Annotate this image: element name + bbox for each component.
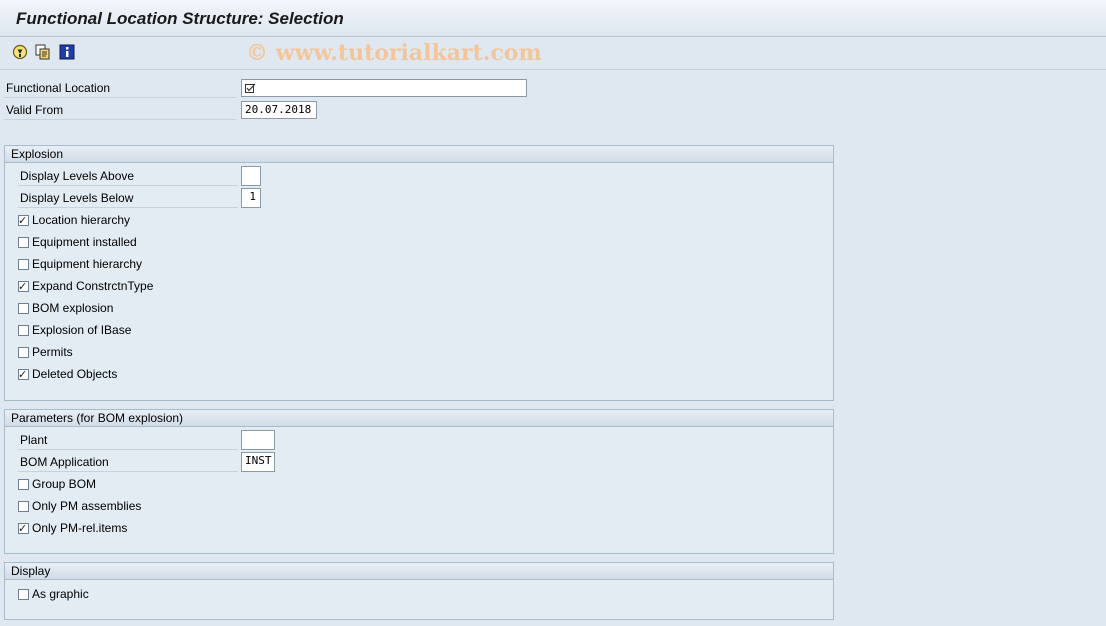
- permits-checkbox[interactable]: [18, 347, 29, 358]
- equipment-hierarchy-checkbox[interactable]: [18, 259, 29, 270]
- as-graphic-checkbox-row[interactable]: As graphic: [18, 585, 89, 603]
- bom-application-field[interactable]: INST: [241, 452, 275, 472]
- watermark: © www.tutorialkart.com: [246, 40, 542, 66]
- check-mark-icon: ✓: [18, 368, 28, 381]
- equipment-installed-label: Equipment installed: [32, 235, 137, 249]
- expand-construction-type-label: Expand ConstrctnType: [32, 279, 154, 293]
- location-hierarchy-checkbox[interactable]: ✓: [18, 214, 29, 227]
- explosion-group-title: Explosion: [5, 146, 833, 163]
- info-icon[interactable]: [58, 43, 76, 61]
- location-hierarchy-label: Location hierarchy: [32, 213, 131, 227]
- explosion-of-ibase-checkbox-row[interactable]: Explosion of IBase: [18, 321, 131, 339]
- functional-location-label: Functional Location: [4, 79, 236, 98]
- equipment-hierarchy-checkbox-row[interactable]: Equipment hierarchy: [18, 255, 142, 273]
- only-pm-assemblies-label: Only PM assemblies: [32, 499, 142, 513]
- functional-location-field[interactable]: [241, 79, 527, 97]
- application-toolbar: © www.tutorialkart.com: [0, 37, 1106, 70]
- parameters-group-title: Parameters (for BOM explosion): [5, 410, 833, 427]
- copy-icon[interactable]: [34, 43, 52, 61]
- permits-checkbox-row[interactable]: Permits: [18, 343, 73, 361]
- deleted-objects-checkbox-row[interactable]: ✓ Deleted Objects: [18, 365, 117, 383]
- only-pm-assemblies-checkbox[interactable]: [18, 501, 29, 512]
- group-bom-checkbox-row[interactable]: Group BOM: [18, 475, 96, 493]
- group-bom-label: Group BOM: [32, 477, 97, 491]
- bom-explosion-checkbox[interactable]: [18, 303, 29, 314]
- expand-construction-type-checkbox-row[interactable]: ✓ Expand ConstrctnType: [18, 277, 153, 295]
- check-mark-icon: ✓: [18, 280, 28, 293]
- required-entry-icon: [245, 83, 256, 93]
- equipment-installed-checkbox-row[interactable]: Equipment installed: [18, 233, 137, 251]
- valid-from-label: Valid From: [4, 101, 236, 120]
- plant-field[interactable]: [241, 430, 275, 450]
- page-title: Functional Location Structure: Selection: [16, 9, 344, 28]
- explosion-of-ibase-label: Explosion of IBase: [32, 323, 132, 337]
- display-group: Display: [4, 562, 834, 620]
- display-levels-above-label: Display Levels Above: [18, 167, 238, 186]
- bom-application-label: BOM Application: [18, 453, 238, 472]
- execute-icon[interactable]: [11, 43, 29, 61]
- deleted-objects-checkbox[interactable]: ✓: [18, 368, 29, 381]
- bom-explosion-label: BOM explosion: [32, 301, 114, 315]
- title-bar: Functional Location Structure: Selection: [0, 0, 1106, 37]
- as-graphic-label: As graphic: [32, 587, 89, 601]
- only-pm-rel-items-checkbox[interactable]: ✓: [18, 522, 29, 535]
- only-pm-rel-items-checkbox-row[interactable]: ✓ Only PM-rel.items: [18, 519, 127, 537]
- equipment-hierarchy-label: Equipment hierarchy: [32, 257, 143, 271]
- display-group-title: Display: [5, 563, 833, 580]
- check-mark-icon: ✓: [18, 214, 28, 227]
- explosion-of-ibase-checkbox[interactable]: [18, 325, 29, 336]
- bom-explosion-checkbox-row[interactable]: BOM explosion: [18, 299, 113, 317]
- display-levels-below-field[interactable]: 1: [241, 188, 261, 208]
- only-pm-assemblies-checkbox-row[interactable]: Only PM assemblies: [18, 497, 141, 515]
- check-mark-icon: ✓: [18, 522, 28, 535]
- permits-label: Permits: [32, 345, 73, 359]
- expand-construction-type-checkbox[interactable]: ✓: [18, 280, 29, 293]
- valid-from-field[interactable]: 20.07.2018: [241, 101, 317, 119]
- group-bom-checkbox[interactable]: [18, 479, 29, 490]
- equipment-installed-checkbox[interactable]: [18, 237, 29, 248]
- location-hierarchy-checkbox-row[interactable]: ✓ Location hierarchy: [18, 211, 130, 229]
- only-pm-rel-items-label: Only PM-rel.items: [32, 521, 128, 535]
- display-levels-below-label: Display Levels Below: [18, 189, 238, 208]
- display-levels-above-field[interactable]: [241, 166, 261, 186]
- as-graphic-checkbox[interactable]: [18, 589, 29, 600]
- deleted-objects-label: Deleted Objects: [32, 367, 118, 381]
- plant-label: Plant: [18, 431, 238, 450]
